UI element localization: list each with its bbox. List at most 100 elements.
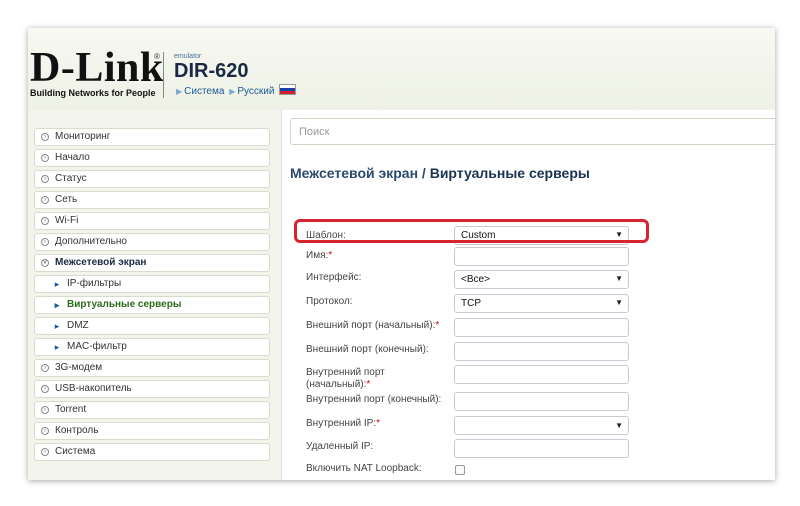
required-mark: *: [435, 320, 440, 331]
logo-tagline: Building Networks for People: [30, 88, 156, 98]
ext-port-end-label: Внешний порт (конечный):: [306, 344, 429, 355]
int-port-start-label: Внутренний порт (начальный):*: [306, 367, 446, 391]
required-mark: *: [366, 379, 371, 390]
sidebar-item-label: DMZ: [67, 320, 89, 331]
int-port-start-label-text: Внутренний порт (начальный):: [306, 367, 385, 390]
chevron-icon: ›: [41, 217, 49, 225]
sidebar-item-control[interactable]: › Контроль: [34, 422, 270, 440]
interface-select[interactable]: <Все> ▼: [454, 270, 629, 289]
protocol-value: TCP: [461, 298, 481, 309]
sidebar-item-label: Мониторинг: [55, 131, 111, 142]
logo-registered-mark: ®: [154, 52, 160, 61]
interface-label: Интерфейс:: [306, 272, 362, 283]
logo-text: D-Link: [30, 45, 164, 91]
name-input[interactable]: [454, 247, 629, 266]
remote-ip-input[interactable]: [454, 439, 629, 458]
sidebar-item-advanced[interactable]: › Дополнительно: [34, 233, 270, 251]
triangle-right-icon: ▸: [54, 300, 60, 310]
sidebar-item-label: Виртуальные серверы: [67, 299, 182, 310]
int-ip-combobox[interactable]: ▼: [454, 416, 629, 435]
page-title: Межсетевой экран / Виртуальные серверы: [290, 165, 590, 181]
sidebar-item-label: Статус: [55, 173, 87, 184]
dlink-logo: D-Link ® Building Networks for People: [30, 45, 164, 98]
sidebar-item-label: USB-накопитель: [55, 383, 132, 394]
nat-loopback-checkbox[interactable]: [455, 465, 465, 475]
sidebar-item-label: Контроль: [55, 425, 99, 436]
sidebar: › Мониторинг › Начало › Статус › Сеть › Wi-Fi…: [28, 126, 272, 480]
nat-loopback-label: Включить NAT Loopback:: [306, 463, 422, 474]
breadcrumb-arrow-icon: ▶: [176, 87, 183, 96]
sidebar-item-label: Дополнительно: [55, 236, 127, 247]
int-ip-label-text: Внутренний IP:: [306, 418, 377, 429]
ext-port-start-label: Внешний порт (начальный):*: [306, 320, 456, 332]
sidebar-item-dmz[interactable]: ▸ DMZ: [34, 317, 270, 335]
sidebar-item-firewall[interactable]: ˅ Межсетевой экран: [34, 254, 270, 272]
sidebar-item-label: IP-фильтры: [67, 278, 122, 289]
sidebar-item-label: Torrent: [55, 404, 87, 415]
sidebar-item-virtual-servers[interactable]: ▸ Виртуальные серверы: [34, 296, 270, 314]
protocol-select[interactable]: TCP ▼: [454, 294, 629, 313]
breadcrumb-language[interactable]: Русский: [237, 86, 274, 97]
sidebar-item-label: Wi-Fi: [55, 215, 79, 226]
sidebar-item-ip-filters[interactable]: ▸ IP-фильтры: [34, 275, 270, 293]
sidebar-item-mac-filter[interactable]: ▸ MAC-фильтр: [34, 338, 270, 356]
chevron-icon: ›: [41, 448, 49, 456]
int-port-end-label: Внутренний порт (конечный):: [306, 394, 442, 405]
ext-port-start-label-text: Внешний порт (начальный):: [306, 320, 436, 331]
sidebar-item-usb-storage[interactable]: › USB-накопитель: [34, 380, 270, 398]
required-mark: *: [328, 250, 333, 261]
sidebar-item-torrent[interactable]: › Torrent: [34, 401, 270, 419]
chevron-icon: ›: [41, 364, 49, 372]
page-title-subsection: Виртуальные серверы: [429, 165, 590, 181]
chevron-icon: ›: [41, 154, 49, 162]
breadcrumb-system[interactable]: Система: [184, 86, 224, 97]
search-input[interactable]: Поиск: [290, 118, 775, 145]
sidebar-item-network[interactable]: › Сеть: [34, 191, 270, 209]
page-title-section: Межсетевой экран /: [290, 165, 426, 181]
chevron-icon: ›: [41, 427, 49, 435]
main-content: Поиск Межсетевой экран / Виртуальные сер…: [281, 110, 775, 480]
breadcrumb-arrow-icon: ▶: [229, 87, 236, 96]
dropdown-arrow-icon: ▼: [615, 298, 623, 307]
chevron-icon: ›: [41, 175, 49, 183]
header: D-Link ® Building Networks for People em…: [28, 28, 775, 110]
ext-port-end-input[interactable]: [454, 342, 629, 361]
breadcrumb: ▶ Система ▶ Русский: [174, 84, 297, 97]
sidebar-item-home[interactable]: › Начало: [34, 149, 270, 167]
protocol-label: Протокол:: [306, 296, 353, 307]
sidebar-item-status[interactable]: › Статус: [34, 170, 270, 188]
required-mark: *: [376, 418, 381, 429]
chevron-icon: ›: [41, 406, 49, 414]
int-port-start-input[interactable]: [454, 365, 629, 384]
name-label: Имя:*: [306, 250, 456, 262]
model-name: DIR-620: [174, 60, 249, 82]
dropdown-arrow-icon[interactable]: ▼: [615, 421, 623, 430]
chevron-icon: ›: [41, 238, 49, 246]
sidebar-item-monitoring[interactable]: › Мониторинг: [34, 128, 270, 146]
sidebar-item-label: Сеть: [55, 194, 78, 205]
russian-flag-icon[interactable]: [279, 84, 297, 95]
browser-frame: D-Link ® Building Networks for People em…: [28, 28, 775, 480]
triangle-right-icon: ▸: [54, 279, 60, 289]
chevron-icon: ›: [41, 385, 49, 393]
sidebar-item-label: 3G-модем: [55, 362, 103, 373]
name-field-highlight: [294, 219, 649, 243]
sidebar-item-wifi[interactable]: › Wi-Fi: [34, 212, 270, 230]
triangle-right-icon: ▸: [54, 321, 60, 331]
sidebar-item-label: Система: [55, 446, 96, 457]
triangle-right-icon: ▸: [54, 342, 60, 352]
sidebar-item-label: Начало: [55, 152, 90, 163]
emulator-label: emulator: [174, 53, 202, 60]
ext-port-start-input[interactable]: [454, 318, 629, 337]
int-port-end-input[interactable]: [454, 392, 629, 411]
chevron-icon: ›: [41, 133, 49, 141]
sidebar-item-3g-modem[interactable]: › 3G-модем: [34, 359, 270, 377]
remote-ip-label: Удаленный IP:: [306, 441, 374, 452]
dropdown-arrow-icon: ▼: [615, 274, 623, 283]
sidebar-item-system[interactable]: › Система: [34, 443, 270, 461]
header-divider: [163, 52, 164, 98]
interface-value: <Все>: [461, 274, 490, 285]
name-label-text: Имя:: [306, 250, 329, 261]
sidebar-item-label: MAC-фильтр: [67, 341, 127, 352]
int-ip-label: Внутренний IP:*: [306, 418, 456, 430]
